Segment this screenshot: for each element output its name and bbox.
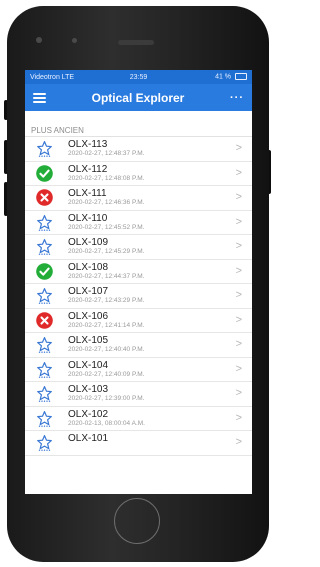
- list-item[interactable]: OLX-108 2020-02-27, 12:44:37 P.M. >: [25, 260, 252, 284]
- item-title: OLX-111: [68, 188, 107, 199]
- list-item[interactable]: OLX-105 2020-02-27, 12:40:40 P.M. >: [25, 333, 252, 358]
- item-timestamp: 2020-02-27, 12:44:37 P.M.: [68, 272, 145, 280]
- section-header: PLUS ANCIEN: [25, 125, 252, 137]
- list-item[interactable]: OLX-106 2020-02-27, 12:41:14 P.M. >: [25, 309, 252, 333]
- item-title: OLX-110: [68, 212, 108, 224]
- star-outline-icon: [36, 410, 53, 427]
- chevron-right-icon: >: [235, 166, 242, 179]
- star-outline-icon: [36, 140, 53, 157]
- nav-bar: Optical Explorer ···: [25, 84, 252, 111]
- list-item[interactable]: OLX-102 2020-02-13, 08:00:04 A.M. >: [25, 407, 252, 431]
- star-outline-icon: [36, 238, 53, 255]
- list-item[interactable]: OLX-113 2020-02-27, 12:48:37 P.M. >: [25, 137, 252, 162]
- item-timestamp: 2020-02-27, 12:40:09 P.M.: [68, 370, 145, 378]
- item-timestamp: 2020-02-27, 12:43:29 P.M.: [68, 297, 145, 304]
- app-screen: Videotron LTE 23:59 41 % Optical Explore…: [25, 70, 252, 494]
- item-timestamp: 2020-02-27, 12:46:36 P.M.: [68, 199, 145, 206]
- item-title: OLX-103: [68, 384, 109, 395]
- item-timestamp: 2020-02-27, 12:48:08 P.M.: [68, 174, 145, 182]
- battery-icon: [234, 73, 247, 81]
- front-camera: [72, 38, 77, 43]
- star-outline-icon: [36, 434, 53, 451]
- item-title: OLX-107: [68, 286, 109, 297]
- home-button[interactable]: [114, 498, 160, 544]
- item-title: OLX-101: [68, 433, 109, 444]
- item-title: OLX-102: [68, 408, 109, 420]
- earpiece-speaker: [118, 40, 154, 45]
- list-item[interactable]: OLX-109 2020-02-27, 12:45:29 P.M. >: [25, 235, 252, 260]
- item-title: OLX-108: [68, 261, 109, 273]
- item-timestamp: 2020-02-27, 12:40:40 P.M.: [68, 346, 145, 353]
- check-circle-icon: [36, 164, 53, 182]
- item-list: OLX-113 2020-02-27, 12:48:37 P.M. > OLX-112…: [25, 137, 252, 456]
- chevron-right-icon: >: [235, 191, 242, 203]
- star-outline-icon: [36, 361, 53, 378]
- clock: 23:59: [129, 73, 148, 81]
- item-timestamp: 2020-02-27, 12:39:00 P.M.: [68, 395, 145, 402]
- item-title: OLX-104: [68, 359, 109, 371]
- star-outline-icon: [36, 214, 53, 231]
- phone-frame: Videotron LTE 23:59 41 % Optical Explore…: [0, 0, 275, 567]
- item-timestamp: 2020-02-27, 12:45:52 P.M.: [68, 223, 145, 231]
- list-item[interactable]: OLX-104 2020-02-27, 12:40:09 P.M. >: [25, 358, 252, 382]
- spacer: [25, 111, 252, 125]
- list-item[interactable]: OLX-111 2020-02-27, 12:46:36 P.M. >: [25, 186, 252, 211]
- item-title: OLX-112: [68, 163, 108, 175]
- error-circle-icon: [36, 189, 53, 206]
- more-options-icon[interactable]: ···: [230, 92, 244, 104]
- chevron-right-icon: >: [235, 436, 242, 448]
- item-title: OLX-109: [68, 237, 109, 248]
- chevron-right-icon: >: [235, 289, 242, 301]
- item-timestamp: 2020-02-27, 12:48:37 P.M.: [68, 150, 145, 157]
- list-item[interactable]: OLX-107 2020-02-27, 12:43:29 P.M. >: [25, 284, 252, 309]
- item-title: OLX-106: [68, 310, 109, 322]
- item-timestamp: 2020-02-27, 12:45:29 P.M.: [68, 248, 145, 255]
- list-item[interactable]: OLX-103 2020-02-27, 12:39:00 P.M. >: [25, 382, 252, 407]
- star-outline-icon: [36, 336, 53, 353]
- star-outline-icon: [36, 287, 53, 304]
- chevron-right-icon: >: [235, 264, 242, 277]
- chevron-right-icon: >: [235, 240, 242, 252]
- error-circle-icon: [36, 311, 53, 329]
- item-title: OLX-113: [68, 139, 108, 150]
- star-outline-icon: [36, 385, 53, 402]
- status-bar: Videotron LTE 23:59 41 %: [25, 70, 252, 84]
- check-circle-icon: [36, 262, 53, 280]
- chevron-right-icon: >: [235, 338, 242, 350]
- menu-icon[interactable]: [33, 92, 46, 103]
- chevron-right-icon: >: [235, 215, 242, 228]
- item-timestamp: 2020-02-27, 12:41:14 P.M.: [68, 321, 145, 329]
- list-item[interactable]: OLX-110 2020-02-27, 12:45:52 P.M. >: [25, 211, 252, 235]
- chevron-right-icon: >: [235, 411, 242, 424]
- list-item[interactable]: OLX-101 >: [25, 431, 252, 456]
- page-title: Optical Explorer: [91, 90, 185, 105]
- battery-indicator: 41 %: [175, 73, 247, 81]
- chevron-right-icon: >: [235, 142, 242, 154]
- front-sensor: [36, 37, 42, 43]
- carrier-label: Videotron LTE: [30, 73, 75, 81]
- item-timestamp: 2020-02-13, 08:00:04 A.M.: [68, 419, 145, 427]
- list-item[interactable]: OLX-112 2020-02-27, 12:48:08 P.M. >: [25, 162, 252, 186]
- chevron-right-icon: >: [235, 387, 242, 399]
- item-title: OLX-105: [68, 335, 109, 346]
- chevron-right-icon: >: [235, 362, 242, 375]
- battery-percent: 41 %: [215, 73, 232, 81]
- chevron-right-icon: >: [235, 313, 242, 326]
